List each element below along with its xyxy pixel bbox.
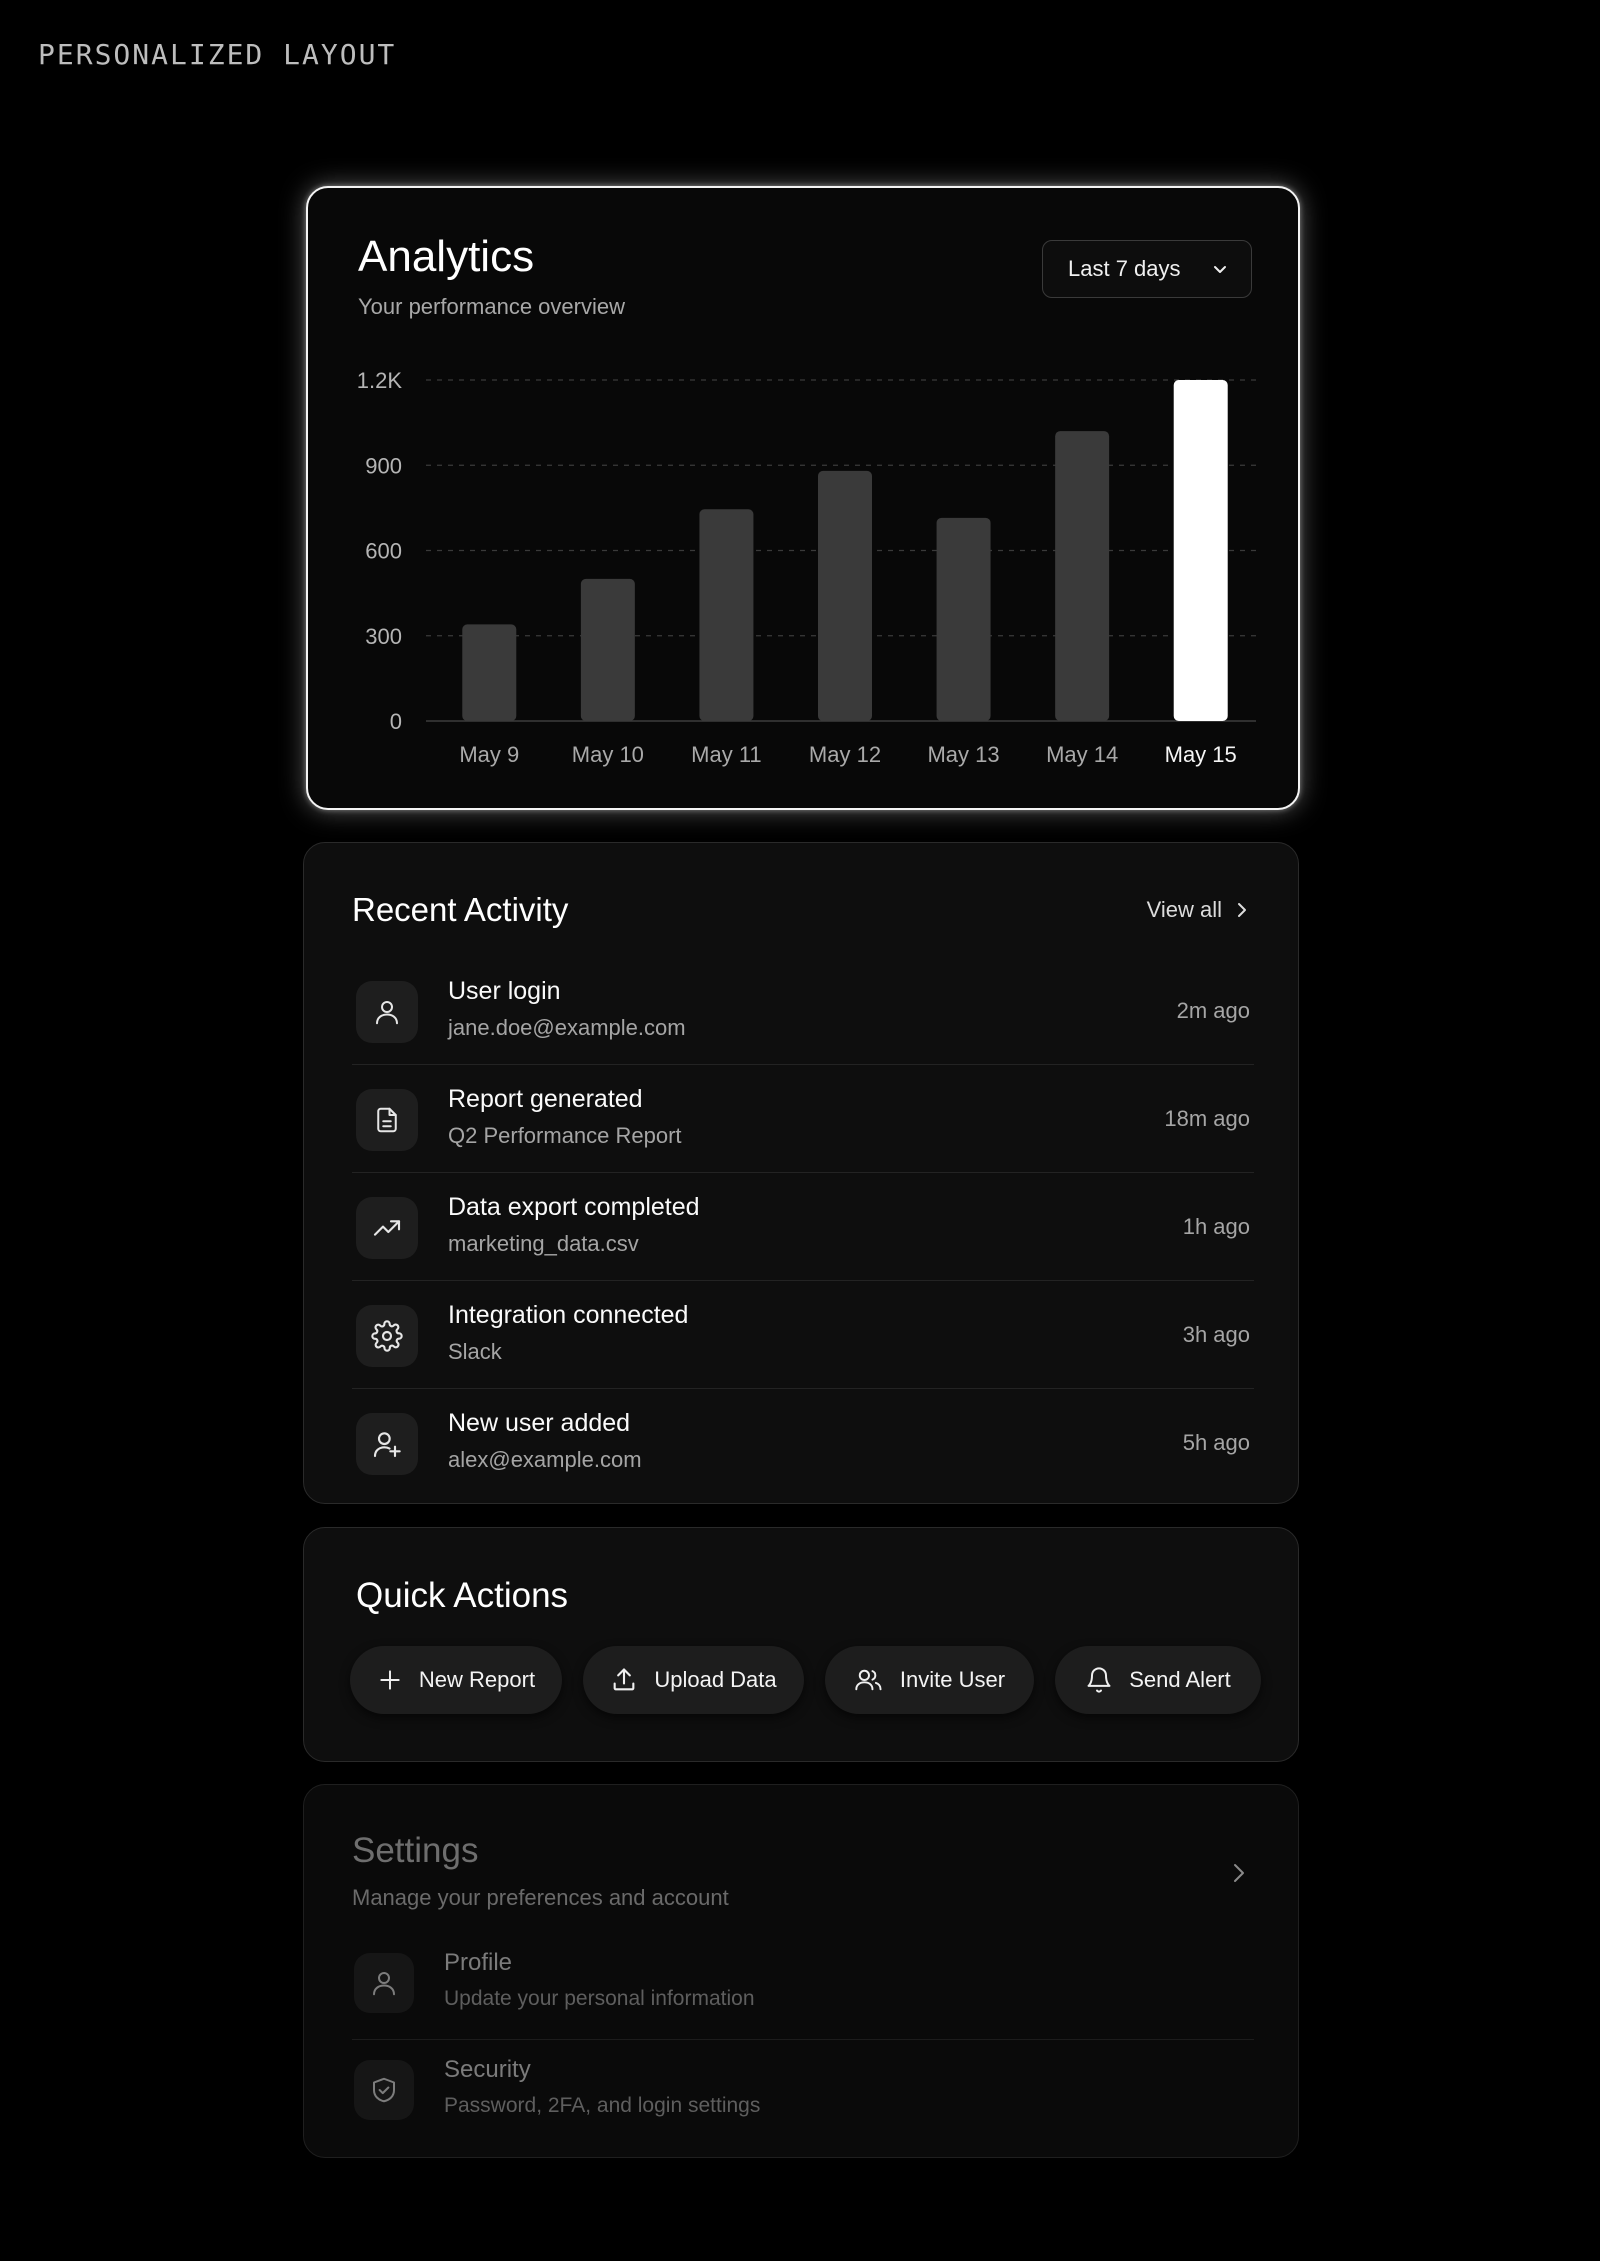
y-tick-label: 0 (390, 709, 402, 734)
bar (699, 509, 754, 721)
upload-data-label: Upload Data (654, 1667, 777, 1692)
activity-item[interactable]: User login jane.doe@example.com 2m ago (352, 957, 1254, 1065)
bar (580, 578, 635, 721)
settings-item-title: Profile (444, 1949, 513, 1976)
activity-title: Integration connected (448, 1301, 689, 1329)
quick-actions-row: New Report Upload Data Invite User Send … (350, 1646, 1261, 1714)
chevron-right-icon (1238, 903, 1246, 917)
bar (818, 470, 872, 721)
activity-detail: Slack (448, 1339, 502, 1364)
activity-detail: Q2 Performance Report (448, 1123, 682, 1148)
view-all-label: View all (1146, 897, 1222, 922)
bell-icon (1087, 1667, 1111, 1693)
date-range-value: Last 7 days (1068, 256, 1181, 281)
invite-user-label: Invite User (899, 1667, 1006, 1692)
settings-title: Settings (352, 1831, 479, 1870)
activity-time: 2m ago (1176, 998, 1250, 1023)
settings-item-detail: Update your personal information (444, 1987, 755, 2010)
activity-time: 5h ago (1182, 1430, 1250, 1455)
view-all-link[interactable]: View all (1147, 897, 1248, 923)
bar (462, 624, 517, 721)
x-tick-label: May 9 (459, 742, 519, 767)
new-report-button[interactable]: New Report (350, 1646, 562, 1714)
activity-item[interactable]: Data export completed marketing_data.csv… (352, 1173, 1254, 1281)
bar (936, 517, 991, 721)
activity-time: 18m ago (1164, 1106, 1250, 1131)
bar (1055, 431, 1110, 721)
activity-time: 3h ago (1182, 1322, 1250, 1347)
recent-activity-card: Recent Activity View all User login jane… (303, 842, 1299, 1504)
invite-user-button[interactable]: Invite User (825, 1646, 1034, 1714)
x-tick-label: May 11 (691, 742, 762, 767)
settings-item-security[interactable]: Security Password, 2FA, and login settin… (352, 2040, 1254, 2146)
settings-item-detail: Password, 2FA, and login settings (444, 2094, 761, 2117)
activity-detail: marketing_data.csv (448, 1231, 639, 1256)
trending-up-icon (356, 1197, 418, 1259)
activity-item[interactable]: Report generated Q2 Performance Report 1… (352, 1065, 1254, 1173)
bar-highlighted (1173, 380, 1228, 721)
activity-title: Data export completed (448, 1193, 700, 1221)
activity-list: User login jane.doe@example.com 2m ago R… (352, 957, 1254, 1496)
users-icon (855, 1669, 882, 1691)
settings-subtitle: Manage your preferences and account (352, 1885, 729, 1910)
date-range-select[interactable]: Last 7 days (1042, 240, 1252, 298)
settings-list: Profile Update your personal information… (352, 1933, 1254, 2146)
activity-title: Report generated (448, 1085, 643, 1113)
x-tick-label: May 10 (572, 742, 644, 767)
activity-title: User login (448, 977, 561, 1005)
upload-data-button[interactable]: Upload Data (583, 1646, 804, 1714)
activity-time: 1h ago (1182, 1214, 1250, 1239)
chevron-down-icon (1214, 266, 1226, 273)
x-tick-label: May 15 (1165, 742, 1237, 767)
y-tick-label: 600 (365, 539, 402, 564)
x-tick-label: May 13 (927, 742, 999, 767)
chevron-right-icon[interactable] (1232, 1861, 1246, 1885)
file-text-icon (356, 1089, 418, 1151)
plus-icon (380, 1670, 400, 1690)
x-tick-label: May 12 (809, 742, 881, 767)
settings-card: Settings Manage your preferences and acc… (303, 1784, 1299, 2158)
activity-detail: jane.doe@example.com (448, 1015, 686, 1040)
settings-item-profile[interactable]: Profile Update your personal information (352, 1933, 1254, 2040)
quick-actions-title: Quick Actions (356, 1576, 569, 1615)
page-label: PERSONALIZED LAYOUT (38, 38, 397, 71)
send-alert-label: Send Alert (1129, 1667, 1231, 1692)
new-report-label: New Report (418, 1667, 536, 1692)
y-tick-label: 1.2K (357, 368, 403, 393)
user-plus-icon (356, 1413, 418, 1475)
settings-item-title: Security (444, 2056, 531, 2083)
y-tick-label: 300 (365, 624, 402, 649)
gear-icon (356, 1305, 418, 1367)
shield-check-icon (354, 2060, 414, 2120)
activity-title: New user added (448, 1409, 631, 1437)
send-alert-button[interactable]: Send Alert (1055, 1646, 1261, 1714)
activity-item[interactable]: New user added alex@example.com 5h ago (352, 1389, 1254, 1496)
activity-item[interactable]: Integration connected Slack 3h ago (352, 1281, 1254, 1389)
y-tick-label: 900 (365, 453, 402, 478)
user-icon (356, 981, 418, 1043)
analytics-card: Analytics Your performance overview 0 300… (306, 186, 1300, 810)
activity-detail: alex@example.com (448, 1447, 642, 1472)
quick-actions-card: Quick Actions New Report Upload Data Inv… (303, 1527, 1299, 1762)
x-tick-label: May 14 (1046, 742, 1118, 767)
user-icon (354, 1953, 414, 2013)
upload-icon (613, 1668, 635, 1691)
recent-activity-title: Recent Activity (352, 891, 569, 928)
